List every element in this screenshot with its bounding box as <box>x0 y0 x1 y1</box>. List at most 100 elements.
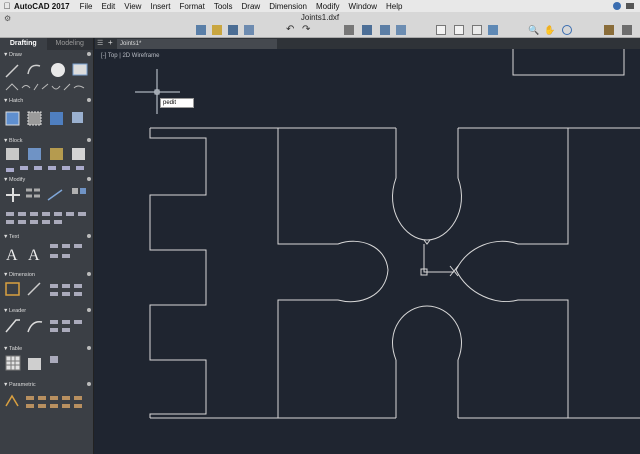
section-text: Text <box>9 234 20 240</box>
block-attribute-icon[interactable] <box>72 148 85 160</box>
svg-text:▼: ▼ <box>3 346 8 352</box>
pan-icon[interactable]: ✋ <box>544 25 555 35</box>
palette-tools-svg: ▼ Draw ▼ Hatch ▼ Block ▼ Modify ▼ Text A… <box>3 52 91 408</box>
multileader-icon[interactable] <box>5 319 20 333</box>
polyline-tool-icon[interactable] <box>27 64 41 75</box>
draw-subtools-icon[interactable] <box>5 83 85 91</box>
data-link-icon[interactable] <box>50 356 58 363</box>
status-menu-icon[interactable] <box>626 3 634 9</box>
gradient-icon[interactable] <box>27 111 42 126</box>
aligned-dimension-icon[interactable] <box>27 282 41 296</box>
menu-insert[interactable]: Insert <box>150 2 170 11</box>
menu-format[interactable]: Format <box>179 2 204 11</box>
app-toolbar: ⚙ Joints1.dxf ↶ ↷ 🔍 ✋ <box>0 12 640 38</box>
menu-draw[interactable]: Draw <box>242 2 261 11</box>
tab-joints1[interactable]: Joints1* <box>117 39 277 49</box>
new-tab-button[interactable]: + <box>108 38 113 47</box>
boundary-icon[interactable] <box>50 112 63 125</box>
drawing-canvas[interactable] <box>95 49 640 454</box>
block-subtools-icon[interactable] <box>6 166 84 172</box>
svg-text:▼: ▼ <box>3 272 8 278</box>
circle-tool-icon[interactable] <box>51 63 65 77</box>
plot-icon[interactable] <box>344 25 354 35</box>
section-modify: Modify <box>9 177 25 183</box>
svg-text:▼: ▼ <box>3 308 8 314</box>
section-hatch: Hatch <box>9 98 23 104</box>
parametric-subtools-icon[interactable] <box>26 396 82 408</box>
dimension-subtools-icon[interactable] <box>50 284 82 296</box>
menu-view[interactable]: View <box>124 2 141 11</box>
menu-dimension[interactable]: Dimension <box>269 2 307 11</box>
create-block-icon[interactable] <box>28 148 41 160</box>
tab-drafting[interactable]: Drafting <box>0 38 47 50</box>
zoom-icon[interactable]: 🔍 <box>528 25 539 35</box>
svg-text:▼: ▼ <box>3 177 8 183</box>
external-ref-icon[interactable] <box>488 25 498 35</box>
sheet-set-icon[interactable] <box>454 25 464 35</box>
svg-text:▼: ▼ <box>3 382 8 388</box>
insert-block-icon[interactable] <box>6 148 19 160</box>
tab-modeling[interactable]: Modeling <box>47 38 94 50</box>
modify-subtools-icon[interactable] <box>6 212 86 224</box>
table-style-icon[interactable] <box>28 358 41 370</box>
match-properties-icon[interactable] <box>362 25 372 35</box>
tool-palette-icon[interactable] <box>622 25 632 35</box>
status-cloud-icon[interactable] <box>613 2 621 10</box>
menu-help[interactable]: Help <box>386 2 402 11</box>
menu-bar:  AutoCAD 2017 File Edit View Insert For… <box>0 0 640 12</box>
edit-block-icon[interactable] <box>50 148 63 160</box>
undo-icon[interactable]: ↶ <box>286 25 296 35</box>
palette-tabs: Drafting Modeling <box>0 38 93 50</box>
svg-text:▼: ▼ <box>3 234 8 240</box>
sheet-icon[interactable] <box>436 25 446 35</box>
new-file-icon[interactable] <box>196 25 206 35</box>
copy-icon[interactable] <box>26 188 40 198</box>
linear-dimension-icon[interactable] <box>5 282 20 296</box>
table-icon[interactable] <box>5 355 21 371</box>
workspace-icon[interactable] <box>604 25 614 35</box>
section-dot <box>87 52 91 56</box>
array-icon[interactable] <box>80 188 86 194</box>
command-input[interactable]: pedit <box>160 98 194 108</box>
open-file-icon[interactable] <box>212 25 222 35</box>
move-icon[interactable] <box>6 188 20 202</box>
single-text-icon[interactable]: A <box>28 247 40 264</box>
redo-icon[interactable]: ↷ <box>302 25 312 35</box>
constraint-icon[interactable] <box>5 394 19 407</box>
orbit-icon[interactable] <box>562 25 572 35</box>
line-tool-icon[interactable] <box>5 64 19 78</box>
section-parametric: Parametric <box>9 382 36 388</box>
menu-file[interactable]: File <box>80 2 93 11</box>
layer-icon[interactable] <box>380 25 390 35</box>
save-as-icon[interactable] <box>244 25 254 35</box>
section-draw: Draw <box>9 52 22 58</box>
svg-text:▼: ▼ <box>3 138 8 144</box>
joint-linework <box>149 49 640 419</box>
leader-curve-icon[interactable] <box>27 320 43 333</box>
menu-window[interactable]: Window <box>349 2 377 11</box>
rectangle-tool-icon[interactable] <box>72 63 88 76</box>
viewport-label[interactable]: [-] Top | 2D Wireframe <box>101 53 159 59</box>
menu-modify[interactable]: Modify <box>316 2 340 11</box>
app-name[interactable]: AutoCAD 2017 <box>14 2 70 11</box>
section-dimension: Dimension <box>9 272 35 278</box>
leader-subtools-icon[interactable] <box>50 320 82 332</box>
menu-edit[interactable]: Edit <box>101 2 115 11</box>
text-subtools-icon[interactable] <box>50 244 82 258</box>
apple-icon[interactable]:  <box>0 1 14 11</box>
trim-icon[interactable] <box>47 189 63 201</box>
region-icon[interactable] <box>72 112 83 123</box>
multiline-text-icon[interactable]: A <box>6 247 18 264</box>
menu-tools[interactable]: Tools <box>214 2 233 11</box>
hatch-icon[interactable] <box>5 111 20 126</box>
properties-icon[interactable] <box>396 25 406 35</box>
file-tabs-menu-icon[interactable]: ☰ <box>97 39 103 47</box>
tool-palette: Drafting Modeling ▼ Draw ▼ Hatch ▼ Block… <box>0 38 94 454</box>
publish-icon[interactable] <box>472 25 482 35</box>
save-icon[interactable] <box>228 25 238 35</box>
ucs-icon <box>420 239 459 277</box>
svg-text:▼: ▼ <box>3 98 8 104</box>
document-tab-strip: ☰ + Joints1* <box>95 38 640 49</box>
window-title: Joints1.dxf <box>300 13 340 22</box>
section-leader: Leader <box>9 308 26 314</box>
